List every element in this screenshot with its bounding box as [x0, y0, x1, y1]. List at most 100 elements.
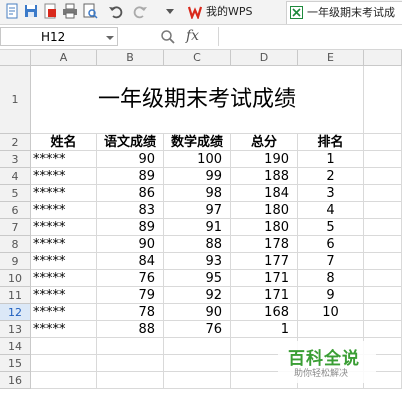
cell[interactable]: 98	[164, 185, 231, 202]
chevron-down-icon[interactable]	[106, 34, 114, 42]
cell[interactable]: 100	[164, 151, 231, 168]
column-label[interactable]: 总分	[231, 134, 298, 151]
cell[interactable]: 79	[97, 287, 164, 304]
cell[interactable]	[364, 185, 402, 202]
cell[interactable]: 83	[97, 202, 164, 219]
cell[interactable]	[31, 355, 97, 372]
cell[interactable]	[298, 321, 364, 338]
row-header[interactable]: 9	[0, 253, 31, 270]
cell[interactable]: 93	[164, 253, 231, 270]
cell[interactable]: *****	[31, 253, 97, 270]
row-header[interactable]: 6	[0, 202, 31, 219]
cell[interactable]: 2	[298, 168, 364, 185]
row-header[interactable]: 13	[0, 321, 31, 338]
export-pdf-icon[interactable]	[42, 3, 58, 19]
redo-icon[interactable]	[132, 3, 148, 19]
column-header-b[interactable]: B	[97, 50, 164, 66]
cell[interactable]: 84	[97, 253, 164, 270]
cell[interactable]: *****	[31, 168, 97, 185]
cell[interactable]	[164, 338, 231, 355]
column-header-c[interactable]: C	[164, 50, 231, 66]
save-icon[interactable]	[23, 3, 39, 19]
cell[interactable]: *****	[31, 270, 97, 287]
row-header[interactable]: 11	[0, 287, 31, 304]
cell[interactable]	[97, 338, 164, 355]
cell[interactable]: 92	[164, 287, 231, 304]
cell[interactable]: 8	[298, 270, 364, 287]
tab-my-wps[interactable]: 我的WPS	[186, 1, 282, 23]
sheet-title[interactable]: 一年级期末考试成绩	[31, 66, 364, 134]
cell[interactable]: 5	[298, 219, 364, 236]
cell[interactable]: 168	[231, 304, 298, 321]
print-preview-icon[interactable]	[82, 3, 98, 19]
cell[interactable]: 90	[164, 304, 231, 321]
cell[interactable]: 95	[164, 270, 231, 287]
cell[interactable]: 6	[298, 236, 364, 253]
cell[interactable]	[164, 372, 231, 389]
cell[interactable]: 90	[97, 151, 164, 168]
row-header[interactable]: 1	[0, 66, 31, 134]
cell[interactable]: 171	[231, 270, 298, 287]
row-header[interactable]: 5	[0, 185, 31, 202]
cell[interactable]: 89	[97, 168, 164, 185]
cell[interactable]: 97	[164, 202, 231, 219]
cell[interactable]: 3	[298, 185, 364, 202]
row-header[interactable]: 15	[0, 355, 31, 372]
cell[interactable]	[364, 202, 402, 219]
cell[interactable]	[364, 219, 402, 236]
column-label[interactable]: 数学成绩	[164, 134, 231, 151]
row-header[interactable]: 12	[0, 304, 31, 321]
row-header[interactable]: 14	[0, 338, 31, 355]
row-header[interactable]: 4	[0, 168, 31, 185]
cell[interactable]	[364, 66, 402, 134]
row-header[interactable]: 3	[0, 151, 31, 168]
cell[interactable]: 86	[97, 185, 164, 202]
tab-document[interactable]: 一年级期末考试成	[286, 1, 402, 24]
cell[interactable]: 180	[231, 219, 298, 236]
cell[interactable]: 99	[164, 168, 231, 185]
function-icon[interactable]: fx	[186, 28, 199, 44]
cell[interactable]: *****	[31, 151, 97, 168]
column-header-a[interactable]: A	[31, 50, 97, 66]
cell[interactable]: *****	[31, 304, 97, 321]
cell[interactable]	[364, 236, 402, 253]
cell-name-box[interactable]: H12	[0, 27, 118, 46]
cell[interactable]: 10	[298, 304, 364, 321]
cell[interactable]: 76	[164, 321, 231, 338]
cell[interactable]: 1	[231, 321, 298, 338]
column-header-d[interactable]: D	[231, 50, 298, 66]
cell[interactable]	[364, 287, 402, 304]
cell[interactable]	[364, 270, 402, 287]
cell[interactable]	[31, 372, 97, 389]
row-header[interactable]: 16	[0, 372, 31, 389]
cell[interactable]	[364, 304, 402, 321]
cell[interactable]: 76	[97, 270, 164, 287]
zoom-icon[interactable]	[160, 29, 176, 45]
cell[interactable]: 190	[231, 151, 298, 168]
cell[interactable]: *****	[31, 219, 97, 236]
undo-icon[interactable]	[108, 3, 124, 19]
cell[interactable]	[364, 321, 402, 338]
cell[interactable]	[97, 372, 164, 389]
cell[interactable]: *****	[31, 287, 97, 304]
cell[interactable]: 88	[164, 236, 231, 253]
cell[interactable]: 89	[97, 219, 164, 236]
cell[interactable]: *****	[31, 321, 97, 338]
cell[interactable]: 91	[164, 219, 231, 236]
row-header[interactable]: 10	[0, 270, 31, 287]
cell[interactable]: 177	[231, 253, 298, 270]
cell[interactable]: 88	[97, 321, 164, 338]
cell[interactable]: 7	[298, 253, 364, 270]
cell[interactable]	[31, 338, 97, 355]
cell[interactable]: 78	[97, 304, 164, 321]
cell[interactable]: *****	[31, 202, 97, 219]
formula-input[interactable]	[218, 27, 402, 46]
column-header-f[interactable]	[364, 50, 402, 66]
cell[interactable]	[364, 253, 402, 270]
new-file-icon[interactable]	[4, 3, 20, 19]
cell[interactable]: 4	[298, 202, 364, 219]
cell[interactable]: 9	[298, 287, 364, 304]
cell[interactable]: 178	[231, 236, 298, 253]
column-header-e[interactable]: E	[298, 50, 364, 66]
cell[interactable]: 90	[97, 236, 164, 253]
